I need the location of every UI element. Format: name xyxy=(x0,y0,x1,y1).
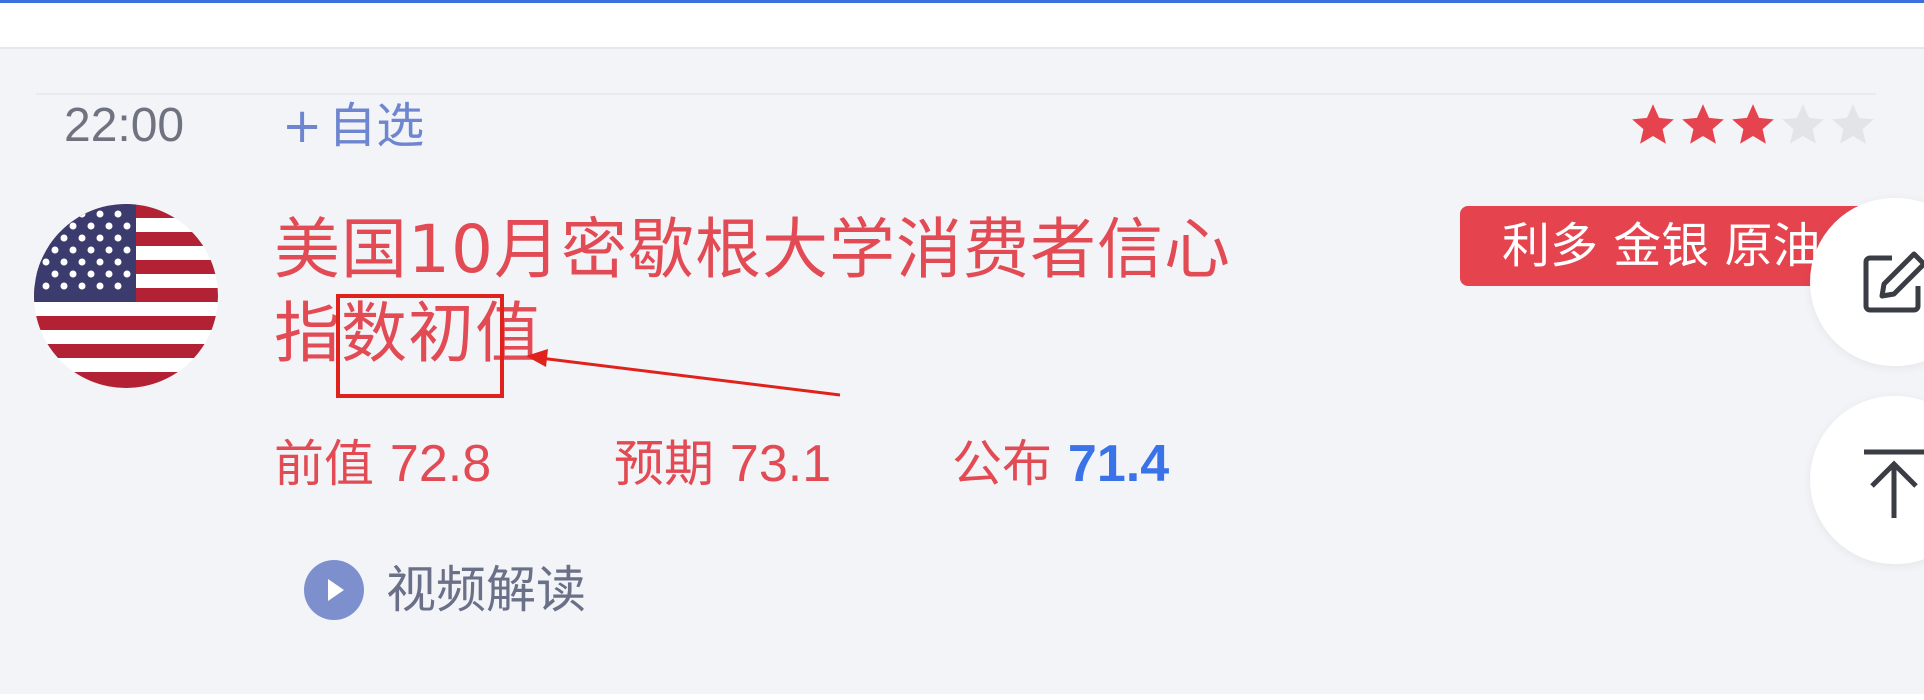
play-icon xyxy=(304,560,364,620)
star-icon xyxy=(1782,104,1824,144)
event-time: 22:00 xyxy=(64,99,185,152)
add-to-watchlist-button[interactable]: + 自选 xyxy=(282,96,424,156)
forecast-number: 73.1 xyxy=(729,435,832,493)
edit-icon xyxy=(1863,251,1924,313)
actual-label: 公布 xyxy=(952,435,1052,493)
forecast-value: 预期 73.1 xyxy=(614,434,831,494)
annotation-highlight-box xyxy=(336,294,504,398)
previous-number: 72.8 xyxy=(389,435,492,493)
importance-stars xyxy=(1628,100,1878,152)
actual-value: 公布 71.4 xyxy=(952,434,1169,494)
star-icon xyxy=(1632,104,1674,144)
actual-number: 71.4 xyxy=(1067,435,1170,493)
us-flag-icon xyxy=(34,204,218,388)
annotation-arrow-icon xyxy=(526,349,841,397)
star-icon xyxy=(1832,104,1874,144)
add-watchlist-label: 自选 xyxy=(328,98,425,154)
plus-icon: + xyxy=(282,98,323,154)
video-interpretation-button[interactable]: 视频解读 xyxy=(304,558,586,622)
top-accent-line xyxy=(0,0,1924,3)
previous-label: 前值 xyxy=(274,435,374,493)
video-label: 视频解读 xyxy=(386,561,586,619)
previous-value: 前值 72.8 xyxy=(274,434,491,494)
star-icon xyxy=(1682,104,1724,144)
star-icon xyxy=(1732,104,1774,144)
back-to-top-icon xyxy=(1864,449,1924,518)
forecast-label: 预期 xyxy=(614,435,714,493)
divider xyxy=(36,93,1876,95)
